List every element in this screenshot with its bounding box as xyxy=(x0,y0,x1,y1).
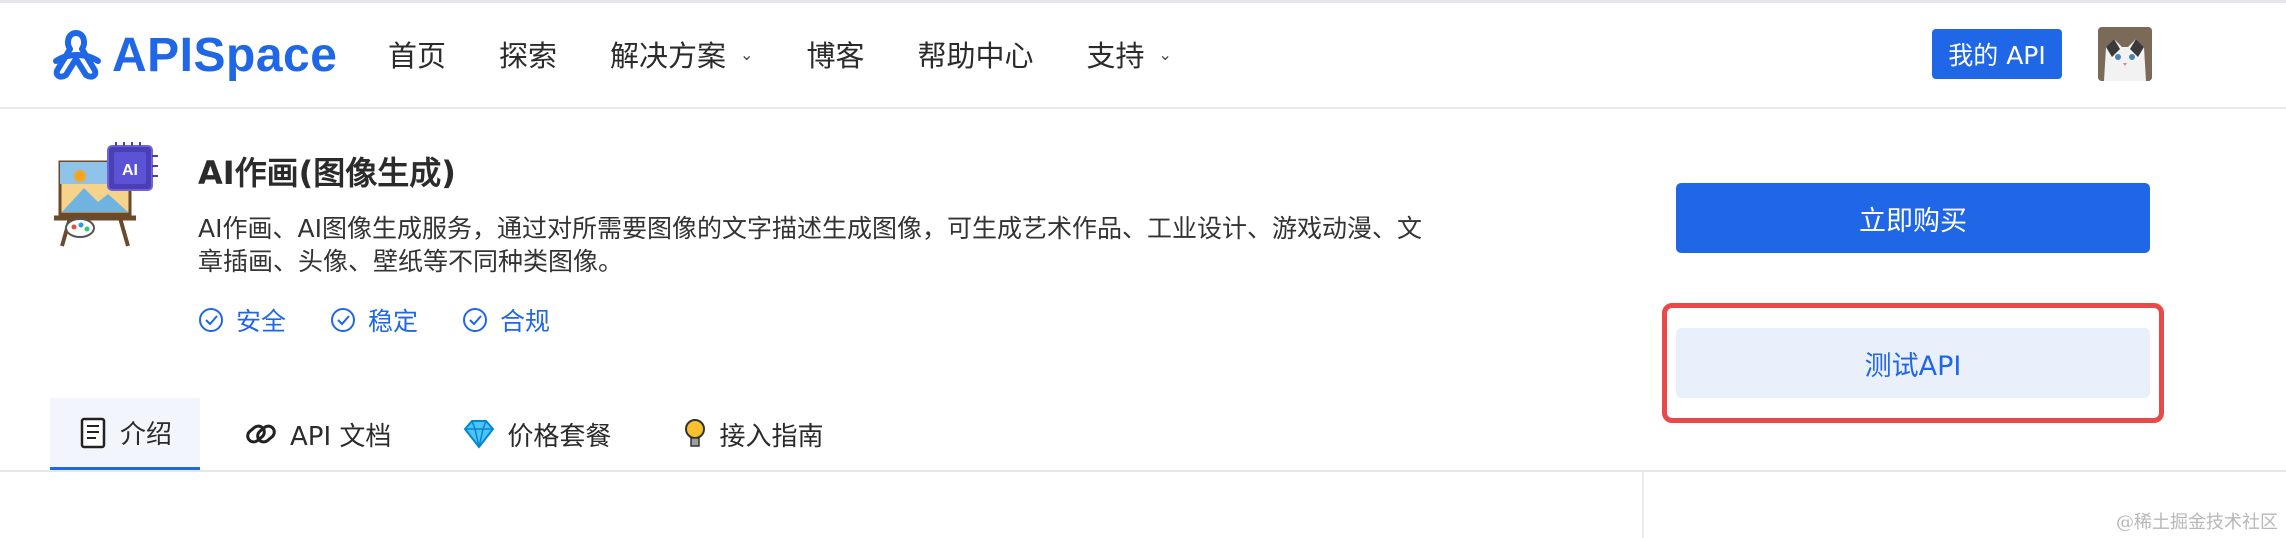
chevron-down-icon: ⌄ xyxy=(740,44,754,64)
product-description: AI作画、AI图像生成服务，通过对所需要图像的文字描述生成图像，可生成艺术作品、… xyxy=(198,214,1422,276)
brand-logo[interactable]: APISpace xyxy=(48,25,337,85)
link-icon xyxy=(244,418,278,450)
apispace-logo-icon xyxy=(53,30,101,80)
my-api-button[interactable]: 我的 API xyxy=(1932,29,2062,79)
nav-home[interactable]: 首页 xyxy=(388,33,446,75)
badge-safe: 安全 xyxy=(198,302,286,338)
svg-text:AI: AI xyxy=(122,162,138,179)
nav-solutions[interactable]: 解决方案 ⌄ xyxy=(610,33,753,75)
document-icon xyxy=(78,417,108,449)
sidebar-divider xyxy=(1642,472,1644,538)
tab-introduction[interactable]: 介绍 xyxy=(50,398,201,470)
product-badges: 安全 稳定 合规 xyxy=(198,302,594,338)
tab-access-guide[interactable]: 接入指南 xyxy=(655,398,851,470)
product-title: AI作画(图像生成) xyxy=(198,154,456,192)
tab-pricing[interactable]: 价格套餐 xyxy=(435,398,639,470)
main-nav: 首页 探索 解决方案 ⌄ 博客 帮助中心 支持 ⌄ xyxy=(388,33,1225,75)
chevron-down-icon: ⌄ xyxy=(1158,44,1172,64)
nav-support[interactable]: 支持 ⌄ xyxy=(1086,33,1171,75)
buy-now-button[interactable]: 立即购买 xyxy=(1676,183,2150,253)
top-navbar: APISpace 首页 探索 解决方案 ⌄ 博客 帮助中心 支持 ⌄ 我的 API xyxy=(0,3,2286,109)
check-circle-icon xyxy=(199,308,223,332)
check-circle-icon xyxy=(463,308,488,332)
check-circle-icon xyxy=(331,308,356,332)
tab-api-docs[interactable]: API 文档 xyxy=(216,398,419,470)
badge-stable: 稳定 xyxy=(330,302,418,338)
nav-blog[interactable]: 博客 xyxy=(806,33,864,75)
nav-help-center[interactable]: 帮助中心 xyxy=(917,33,1033,75)
lightbulb-icon xyxy=(683,418,707,450)
product-icon: AI xyxy=(50,142,160,252)
test-api-button[interactable]: 测试API xyxy=(1676,328,2150,398)
brand-name: APISpace xyxy=(112,28,338,82)
nav-explore[interactable]: 探索 xyxy=(499,33,557,75)
cat-avatar-icon xyxy=(2098,27,2152,81)
badge-compliant: 合规 xyxy=(462,302,550,338)
ai-painting-easel-icon: AI xyxy=(54,142,158,247)
tabs-divider xyxy=(0,470,2286,472)
user-avatar[interactable] xyxy=(2098,27,2152,81)
watermark-text: @稀土掘金技术社区 xyxy=(2116,512,2278,533)
diamond-icon xyxy=(463,419,495,449)
product-tabs: 介绍 API 文档 价格套餐 接入指南 xyxy=(50,398,867,470)
